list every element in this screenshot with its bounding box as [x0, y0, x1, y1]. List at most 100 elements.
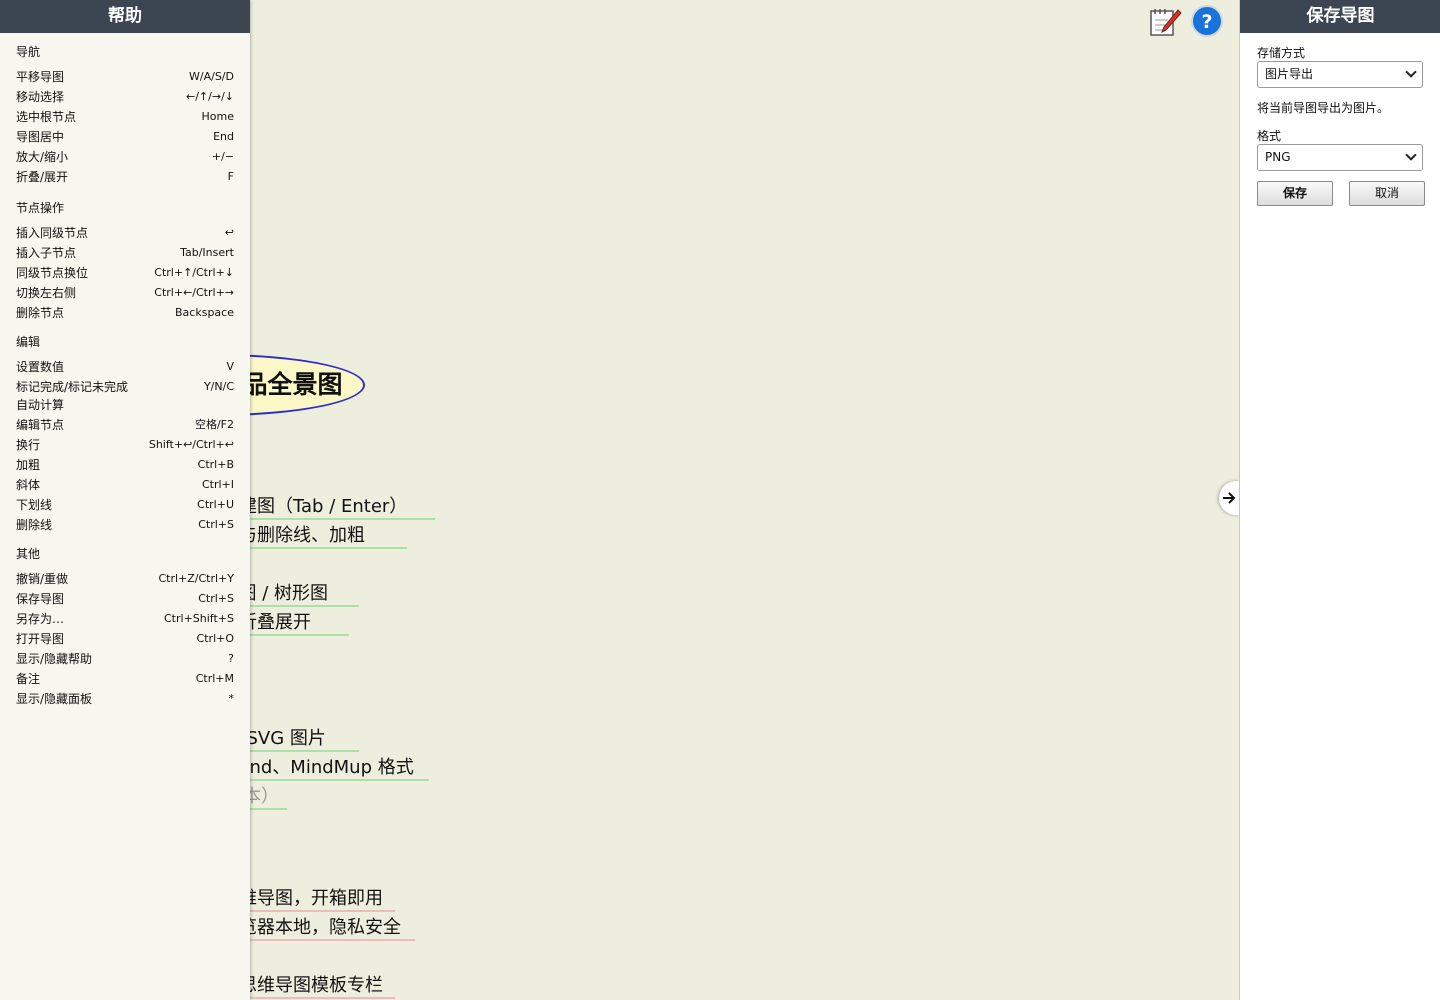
notepad-pencil-icon[interactable]	[1148, 4, 1182, 38]
help-row: 保存导图 Ctrl+S	[16, 589, 234, 609]
storage-method-label: 存储方式	[1257, 46, 1306, 60]
help-row: 放大/缩小 +/−	[16, 147, 234, 167]
help-action: 换行	[16, 438, 41, 452]
help-action: 保存导图	[16, 592, 65, 606]
help-action: 折叠/展开	[16, 170, 69, 184]
save-panel: 保存导图 存储方式 图片导出 将当前导图导出为图片。 格式 PNG 保存 取消	[1239, 0, 1440, 1000]
help-action: 另存为…	[16, 612, 65, 626]
chevron-down-icon	[1405, 149, 1417, 161]
help-row: 显示/隐藏面板 *	[16, 689, 234, 709]
help-row: 打开导图 Ctrl+O	[16, 629, 234, 649]
help-action: 标记完成/标记未完成	[16, 380, 129, 394]
format-label: 格式	[1257, 129, 1282, 143]
help-shortcut: Ctrl+Shift+S	[164, 612, 234, 625]
help-action: 显示/隐藏面板	[16, 692, 93, 706]
help-shortcut: Backspace	[175, 306, 234, 319]
help-row: 备注 Ctrl+M	[16, 669, 234, 689]
help-shortcut: Ctrl+S	[198, 592, 234, 605]
help-row: 插入子节点 Tab/Insert	[16, 243, 234, 263]
help-action: 平移导图	[16, 70, 65, 84]
help-shortcut: Ctrl+I	[201, 478, 234, 491]
storage-method-value: 图片导出	[1265, 67, 1314, 81]
save-button[interactable]: 保存	[1257, 181, 1333, 206]
help-action: 插入子节点	[16, 246, 77, 260]
svg-text:?: ?	[1201, 11, 1212, 33]
help-row: 选中根节点 Home	[16, 107, 234, 127]
help-action: 显示/隐藏帮助	[16, 652, 93, 666]
help-row: 同级节点换位 Ctrl+↑/Ctrl+↓	[16, 263, 234, 283]
help-action: 打开导图	[16, 632, 65, 646]
help-row: 插入同级节点 ↩	[16, 223, 234, 243]
help-row: 换行 Shift+↩/Ctrl+↩	[16, 435, 234, 455]
help-section-title: 编辑	[16, 335, 41, 349]
help-panel-title: 帮助	[0, 0, 250, 33]
help-shortcut: F	[227, 170, 234, 183]
help-row: 加粗 Ctrl+B	[16, 455, 234, 475]
help-row: 标记完成/标记未完成 Y/N/C	[16, 377, 234, 397]
help-section-title: 导航	[16, 45, 41, 59]
help-shortcut: Ctrl+U	[197, 498, 234, 511]
help-shortcut: *	[228, 692, 235, 705]
help-action: 自动计算	[16, 398, 65, 412]
help-row: 自动计算	[16, 395, 234, 415]
help-row: 设置数值 V	[16, 357, 234, 377]
help-shortcut: Y/N/C	[203, 380, 234, 393]
help-action: 删除节点	[16, 306, 65, 320]
help-shortcut: Ctrl+O	[196, 632, 234, 645]
arrow-right-icon	[1223, 492, 1236, 504]
help-row: 删除节点 Backspace	[16, 303, 234, 323]
help-action: 加粗	[16, 458, 41, 472]
help-action: 斜体	[16, 478, 41, 492]
help-shortcut: ↩	[224, 226, 234, 239]
help-shortcut: ←/↑/→/↓	[186, 90, 234, 103]
help-action: 插入同级节点	[16, 226, 89, 240]
help-row: 平移导图 W/A/S/D	[16, 67, 234, 87]
help-action: 同级节点换位	[16, 266, 89, 280]
help-row: 移动选择 ←/↑/→/↓	[16, 87, 234, 107]
help-action: 下划线	[16, 498, 53, 512]
help-action: 删除线	[16, 518, 53, 532]
help-shortcut: Home	[201, 110, 234, 123]
format-select[interactable]: PNG	[1257, 144, 1423, 171]
help-action: 编辑节点	[16, 418, 65, 432]
help-action: 撤销/重做	[16, 572, 69, 586]
help-action: 导图居中	[16, 130, 65, 144]
help-row: 另存为… Ctrl+Shift+S	[16, 609, 234, 629]
help-row: 显示/隐藏帮助?	[16, 649, 234, 669]
help-row: 斜体 Ctrl+I	[16, 475, 234, 495]
chevron-down-icon	[1405, 66, 1417, 78]
help-row: 删除线 Ctrl+S	[16, 515, 234, 535]
help-shortcut: ?	[228, 652, 234, 665]
help-action: 选中根节点	[16, 110, 77, 124]
help-row: 编辑节点 空格/F2	[16, 415, 234, 435]
help-row: 切换左右侧 Ctrl+←/Ctrl+→	[16, 283, 234, 303]
help-section-title: 节点操作	[16, 201, 65, 215]
help-row: 导图居中 End	[16, 127, 234, 147]
cancel-button[interactable]: 取消	[1349, 181, 1425, 206]
question-circle-icon[interactable]: ?	[1190, 4, 1224, 38]
help-shortcut: Ctrl+S	[198, 518, 234, 531]
help-action: 设置数值	[16, 360, 65, 374]
help-action: 备注	[16, 672, 41, 686]
panel-toggle-button[interactable]	[1219, 481, 1239, 515]
save-panel-title: 保存导图	[1240, 0, 1440, 33]
help-shortcut: 空格/F2	[194, 418, 234, 431]
export-description: 将当前导图导出为图片。	[1257, 101, 1390, 115]
help-shortcut: +/−	[211, 150, 234, 163]
help-shortcut: Ctrl+M	[195, 672, 234, 685]
help-shortcut: V	[226, 360, 234, 373]
help-shortcut: Tab/Insert	[180, 246, 234, 259]
format-value: PNG	[1265, 150, 1291, 164]
help-panel: 帮助 导航平移导图 W/A/S/D 移动选择 ←/↑/→/↓ 选中根节点 Home 导图居中…	[0, 0, 250, 1000]
help-action: 放大/缩小	[16, 150, 69, 164]
help-section-title: 其他	[16, 547, 41, 561]
help-shortcut: Ctrl+↑/Ctrl+↓	[154, 266, 234, 279]
help-action: 切换左右侧	[16, 286, 77, 300]
help-shortcut: Ctrl+B	[197, 458, 234, 471]
help-shortcut: Ctrl+←/Ctrl+→	[154, 286, 234, 299]
storage-method-select[interactable]: 图片导出	[1257, 61, 1423, 88]
help-row: 折叠/展开 F	[16, 167, 234, 187]
help-row: 撤销/重做 Ctrl+Z/Ctrl+Y	[16, 569, 234, 589]
help-action: 移动选择	[16, 90, 65, 104]
help-shortcut: W/A/S/D	[189, 70, 234, 83]
